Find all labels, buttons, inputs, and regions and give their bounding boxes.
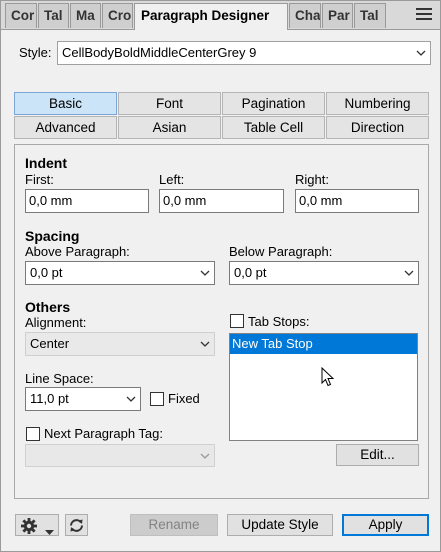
fixed-label: Fixed	[168, 391, 200, 406]
tab-cro[interactable]: Cro	[102, 3, 133, 28]
next-paragraph-tag-select[interactable]	[25, 444, 215, 467]
section-tab-numbering[interactable]: Numbering	[326, 92, 429, 115]
tab-tal[interactable]: Tal	[38, 3, 69, 28]
chevron-down-icon	[200, 270, 210, 278]
tab-ma[interactable]: Ma	[70, 3, 101, 28]
fixed-checkbox[interactable]	[150, 392, 164, 406]
tab-stops-label: Tab Stops:	[248, 314, 310, 329]
right-indent-label: Right:	[295, 172, 329, 187]
right-indent-input[interactable]: 0,0 mm	[295, 189, 419, 213]
tab-cha[interactable]: Cha	[289, 3, 321, 28]
panel-menu-icon[interactable]	[416, 8, 432, 22]
apply-button[interactable]: Apply	[342, 514, 429, 536]
alignment-label: Alignment:	[25, 315, 87, 330]
above-paragraph-value: 0,0 pt	[30, 265, 63, 280]
left-indent-input[interactable]: 0,0 mm	[159, 189, 284, 213]
settings-button[interactable]	[15, 514, 59, 536]
update-style-button[interactable]: Update Style	[227, 514, 333, 536]
gear-icon	[20, 517, 38, 538]
line-space-label: Line Space:	[25, 371, 94, 386]
style-label: Style:	[19, 45, 52, 60]
alignment-value: Center	[30, 336, 70, 351]
tab-cor[interactable]: Cor	[5, 3, 37, 28]
line-space-select[interactable]: 11,0 pt	[25, 387, 141, 411]
indent-heading: Indent	[25, 155, 67, 171]
refresh-icon	[68, 517, 85, 537]
left-indent-label: Left:	[159, 172, 185, 187]
section-tab-asian[interactable]: Asian	[118, 116, 221, 139]
style-select[interactable]: CellBodyBoldMiddleCenterGrey 9	[57, 41, 431, 65]
next-paragraph-tag-label: Next Paragraph Tag:	[44, 426, 163, 441]
refresh-button[interactable]	[65, 514, 88, 536]
section-tab-basic[interactable]: Basic	[14, 92, 117, 115]
list-item[interactable]: New Tab Stop	[230, 334, 417, 354]
section-tab-font[interactable]: Font	[118, 92, 221, 115]
others-heading: Others	[25, 299, 71, 315]
alignment-select[interactable]: Center	[25, 332, 215, 356]
style-select-value: CellBodyBoldMiddleCenterGrey 9	[62, 45, 257, 60]
tab-stops-checkbox[interactable]	[230, 314, 244, 328]
chevron-down-icon	[126, 396, 136, 404]
below-paragraph-label: Below Paragraph:	[229, 244, 333, 259]
chevron-down-icon	[200, 341, 210, 349]
next-paragraph-tag-checkbox[interactable]	[26, 427, 40, 441]
section-tab-advanced[interactable]: Advanced	[14, 116, 117, 139]
spacing-heading: Spacing	[25, 228, 80, 244]
chevron-down-icon	[404, 270, 414, 278]
section-tabs: Basic Font Pagination Numbering Advanced…	[14, 92, 429, 140]
line-space-value: 11,0 pt	[30, 391, 69, 406]
mouse-cursor-icon	[321, 366, 335, 390]
caret-down-icon	[45, 523, 54, 538]
above-paragraph-label: Above Paragraph:	[25, 244, 130, 259]
tab-paragraph-designer[interactable]: Paragraph Designer	[134, 3, 288, 30]
first-indent-input[interactable]: 0,0 mm	[25, 189, 149, 213]
chevron-down-icon	[416, 50, 426, 58]
below-paragraph-value: 0,0 pt	[234, 265, 267, 280]
below-paragraph-select[interactable]: 0,0 pt	[229, 261, 419, 285]
section-tab-pagination[interactable]: Pagination	[222, 92, 325, 115]
edit-button[interactable]: Edit...	[336, 444, 419, 466]
section-tab-table-cell[interactable]: Table Cell	[222, 116, 325, 139]
above-paragraph-select[interactable]: 0,0 pt	[25, 261, 215, 285]
rename-button[interactable]: Rename	[130, 514, 218, 536]
panel-tab-bar: Cor Tal Ma Cro Paragraph Designer Cha Pa…	[1, 1, 440, 30]
first-indent-label: First:	[25, 172, 54, 187]
paragraph-designer-panel: Cor Tal Ma Cro Paragraph Designer Cha Pa…	[0, 0, 441, 552]
tab-tal-2[interactable]: Tal	[354, 3, 386, 28]
section-tab-direction[interactable]: Direction	[326, 116, 429, 139]
tab-par[interactable]: Par	[322, 3, 353, 28]
chevron-down-icon	[200, 453, 210, 461]
